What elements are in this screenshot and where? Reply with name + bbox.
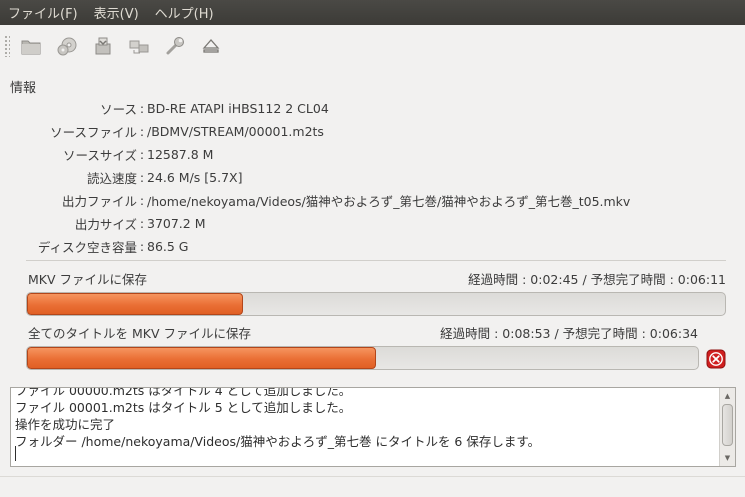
output-size-value: 3707.2 M <box>147 215 206 231</box>
colon: : <box>139 238 145 254</box>
log-line: ファイル 00001.m2ts はタイトル 5 として追加しました。 <box>15 400 352 415</box>
free-space-label: ディスク空き容量 <box>37 239 137 255</box>
menu-help[interactable]: ヘルプ(H) <box>155 3 214 22</box>
info-row-source-size: ソースサイズ : 12587.8 M <box>0 144 745 164</box>
read-speed-label: 読込速度 <box>86 170 137 186</box>
preferences-wrench-icon[interactable] <box>162 33 188 59</box>
read-speed-value: 24.6 M/s [5.7X] <box>147 169 243 185</box>
text-cursor <box>15 446 16 461</box>
total-progress-times: 経過時間 : 0:08:53 / 予想完了時間 : 0:06:34 <box>440 326 698 341</box>
log-line: フォルダー /home/nekoyama/Videos/猫神やおよろず_第七巻 … <box>15 434 541 449</box>
open-folder-icon[interactable] <box>18 33 44 59</box>
backup-icon[interactable] <box>90 33 116 59</box>
output-file-label: 出力ファイル <box>61 193 137 209</box>
source-size-label: ソースサイズ <box>62 147 137 163</box>
info-row-source-file: ソースファイル : /BDMV/STREAM/00001.m2ts <box>0 121 745 141</box>
menu-view[interactable]: 表示(V) <box>94 3 139 22</box>
colon: : <box>139 100 145 116</box>
colon: : <box>139 192 145 208</box>
toolbar <box>0 25 745 67</box>
eject-icon[interactable] <box>198 33 224 59</box>
info-row-free-space: ディスク空き容量 : 86.5 G <box>0 236 745 256</box>
scroll-up-arrow-icon[interactable]: ▲ <box>720 389 735 403</box>
menu-file[interactable]: ファイル(F) <box>8 3 78 22</box>
colon: : <box>139 169 145 185</box>
scroll-thumb[interactable] <box>722 404 733 446</box>
log-lines: ファイル 00000.m2ts はタイトル 4 として追加しました。 ファイル … <box>15 387 715 450</box>
total-progress-label: 全てのタイトルを MKV ファイルに保存 <box>28 326 251 341</box>
free-space-value: 86.5 G <box>147 238 189 254</box>
output-size-label: 出力サイズ <box>74 216 137 232</box>
cancel-button[interactable] <box>706 349 726 369</box>
current-progress-times: 経過時間 : 0:02:45 / 予想完了時間 : 0:06:11 <box>468 272 726 287</box>
output-file-value: /home/nekoyama/Videos/猫神やおよろず_第七巻/猫神やおよろ… <box>147 193 631 209</box>
info-row-source: ソース : BD-RE ATAPI iHBS112 2 CL04 <box>0 98 745 118</box>
colon: : <box>139 215 145 231</box>
open-disc-icon[interactable] <box>54 33 80 59</box>
log-scrollbar[interactable]: ▲ ▼ <box>719 388 735 466</box>
separator <box>26 260 726 261</box>
source-size-value: 12587.8 M <box>147 146 214 162</box>
source-file-label: ソースファイル <box>50 124 137 140</box>
current-progress-bar <box>26 292 726 316</box>
source-file-value: /BDMV/STREAM/00001.m2ts <box>147 123 324 139</box>
status-bar <box>0 476 745 497</box>
stream-icon[interactable] <box>126 33 152 59</box>
source-label: ソース <box>100 101 137 117</box>
total-progress-bar <box>26 346 699 370</box>
menu-bar: ファイル(F) 表示(V) ヘルプ(H) <box>0 0 745 25</box>
log-line: ファイル 00000.m2ts はタイトル 4 として追加しました。 <box>15 387 352 398</box>
log-textview[interactable]: ファイル 00000.m2ts はタイトル 4 として追加しました。 ファイル … <box>10 387 736 467</box>
toolbar-grip[interactable] <box>4 35 10 57</box>
info-row-read-speed: 読込速度 : 24.6 M/s [5.7X] <box>0 167 745 187</box>
cancel-icon <box>706 349 726 369</box>
info-row-output-file: 出力ファイル : /home/nekoyama/Videos/猫神やおよろず_第… <box>0 190 745 210</box>
scroll-down-arrow-icon[interactable]: ▼ <box>720 451 735 465</box>
log-line: 操作を成功に完了 <box>15 417 116 432</box>
colon: : <box>139 146 145 162</box>
current-progress-fill <box>27 293 244 315</box>
info-row-output-size: 出力サイズ : 3707.2 M <box>0 213 745 233</box>
total-progress-fill <box>27 347 376 369</box>
current-progress-label: MKV ファイルに保存 <box>28 272 148 287</box>
colon: : <box>139 123 145 139</box>
info-section-title: 情報 <box>10 81 37 96</box>
source-value: BD-RE ATAPI iHBS112 2 CL04 <box>147 100 329 116</box>
